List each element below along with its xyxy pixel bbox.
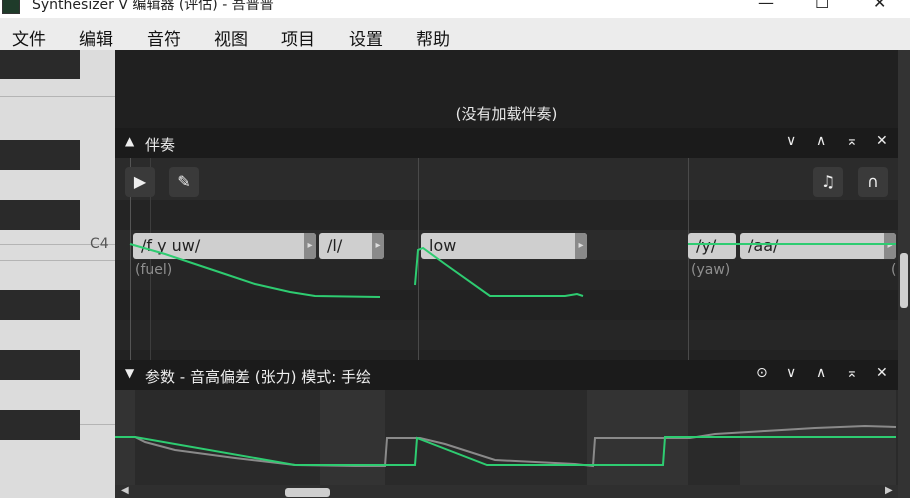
black-key[interactable] [0, 50, 80, 79]
black-key[interactable] [0, 290, 80, 320]
horizontal-scrollbar[interactable]: ◀ ▶ [115, 485, 898, 498]
pitch-curve-segment[interactable] [129, 243, 381, 298]
parameters-panel-header: ▼ 参数 - 音高偏差 (张力) 模式: 手绘 ⊙ ∨ ∧ ⌅ ✕ [115, 360, 898, 390]
collapse-arrow-icon[interactable]: ▼ [125, 366, 134, 380]
pitch-deviation-curves[interactable] [115, 390, 898, 498]
pitch-curve[interactable] [115, 50, 898, 390]
menu-settings[interactable]: 设置 [349, 25, 383, 50]
key-divider [0, 96, 115, 97]
target-icon[interactable]: ⊙ [756, 365, 768, 381]
key-divider [0, 260, 115, 261]
vertical-scroll-thumb[interactable] [900, 253, 908, 308]
menu-bar: 文件 编辑 音符 视图 项目 设置 帮助 [0, 18, 910, 51]
black-key[interactable] [0, 410, 80, 440]
black-key[interactable] [0, 200, 80, 230]
scroll-right-icon[interactable]: ▶ [885, 485, 893, 496]
menu-edit[interactable]: 编辑 [79, 25, 113, 50]
minimize-button[interactable]: — [758, 0, 774, 12]
black-key[interactable] [0, 350, 80, 380]
menu-help[interactable]: 帮助 [416, 25, 450, 50]
close-window-button[interactable]: ✕ [873, 0, 886, 12]
maximize-panel-icon[interactable]: ⌅ [846, 365, 858, 381]
close-panel-icon[interactable]: ✕ [876, 365, 888, 381]
piano-keyboard[interactable]: C4 [0, 50, 115, 498]
menu-project[interactable]: 项目 [281, 25, 315, 50]
black-key[interactable] [0, 140, 80, 170]
piano-roll-editor[interactable]: (没有加载伴奏) ▲ 伴奏 ∨ ∧ ⌅ ✕ ▶ ✎ ♫ ∩ /f y uw/ ▸… [115, 50, 910, 498]
parameters-title: 参数 - 音高偏差 (张力) 模式: 手绘 [145, 368, 372, 386]
menu-note[interactable]: 音符 [147, 25, 181, 50]
window-title: Synthesizer V 编辑器 (评估) - 吾普普 [32, 0, 274, 13]
scroll-left-icon[interactable]: ◀ [121, 485, 129, 496]
tension-curve[interactable] [115, 424, 897, 468]
maximize-button[interactable]: ☐ [815, 0, 829, 12]
horizontal-scroll-thumb[interactable] [285, 488, 330, 497]
vertical-scrollbar[interactable] [898, 50, 910, 498]
menu-view[interactable]: 视图 [214, 25, 248, 50]
parameters-panel[interactable] [115, 390, 898, 498]
app-icon [2, 0, 20, 14]
chevron-down-icon[interactable]: ∨ [786, 365, 796, 381]
title-bar: Synthesizer V 编辑器 (评估) - 吾普普 — ☐ ✕ [0, 0, 910, 18]
pitch-curve-segment[interactable] [414, 246, 584, 297]
menu-file[interactable]: 文件 [12, 25, 46, 50]
c4-label: C4 [90, 236, 109, 252]
chevron-up-icon[interactable]: ∧ [816, 365, 826, 381]
